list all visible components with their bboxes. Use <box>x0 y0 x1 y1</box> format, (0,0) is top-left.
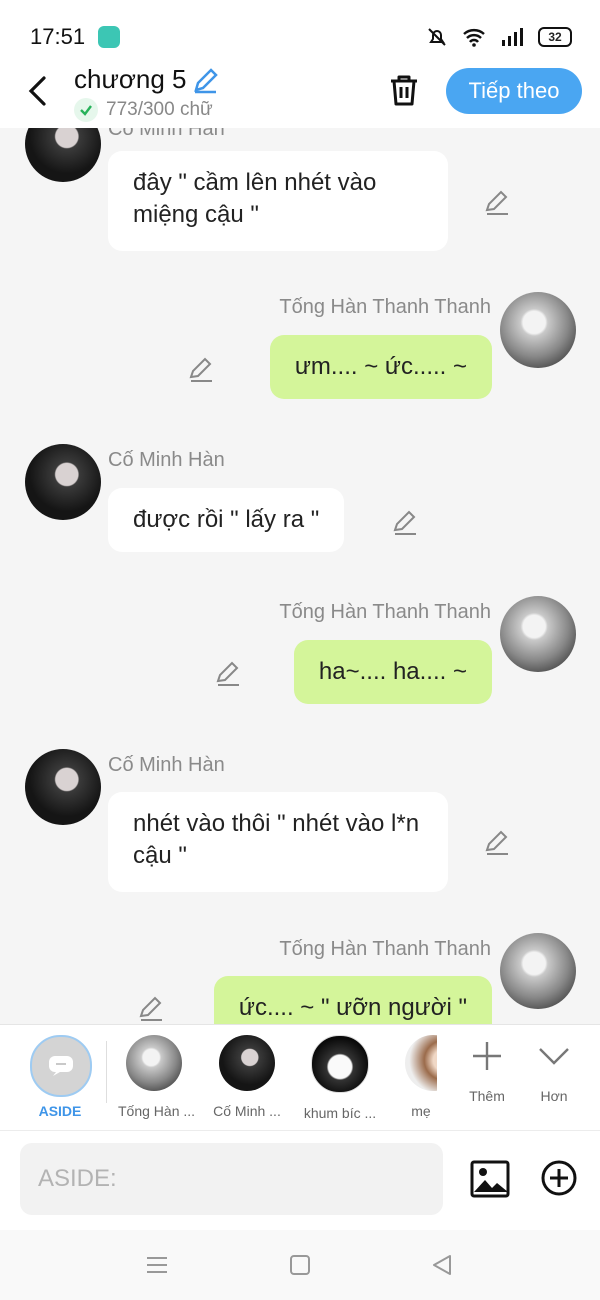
message-input[interactable]: ASIDE: <box>20 1143 443 1215</box>
message-bubble[interactable]: ha~.... ha.... ~ <box>293 640 492 704</box>
avatar-co-minh-han[interactable] <box>25 444 101 520</box>
trash-icon[interactable] <box>386 72 422 108</box>
edit-message-pencil-icon[interactable] <box>188 357 214 383</box>
more-button[interactable]: Hơn <box>534 1039 574 1104</box>
add-character-button[interactable]: Thêm <box>466 1039 508 1104</box>
character-avatar <box>126 1035 182 1091</box>
sender-name: Cố Minh Hàn <box>108 754 225 776</box>
editor-header: chương 5 773/300 chữ Tiếp theo <box>0 60 600 128</box>
status-time: 17:51 <box>30 24 86 49</box>
wifi-icon <box>463 29 485 47</box>
status-bar: 17:51 32 <box>0 0 600 60</box>
avatar-tong-han-thanh-thanh[interactable] <box>500 596 576 672</box>
sender-name: Tống Hàn Thanh Thanh <box>279 601 491 623</box>
system-nav-bar <box>0 1230 600 1300</box>
word-count: 773/300 chữ <box>106 99 213 120</box>
avatar-co-minh-han[interactable] <box>25 128 101 182</box>
character-item[interactable]: mẹ <box>405 1035 437 1119</box>
character-selector: ASIDE Tống Hàn ... Cố Minh ... khum bíc … <box>0 1024 600 1131</box>
message-bubble[interactable]: ưm.... ~ ức..... ~ <box>269 335 492 399</box>
mute-bell-icon <box>428 28 446 46</box>
message-bubble[interactable]: ức.... ~ " ưỡn người " <box>213 976 492 1024</box>
edit-message-pencil-icon[interactable] <box>215 661 241 687</box>
chevron-down-icon <box>539 1048 569 1065</box>
menu-icon[interactable] <box>146 1254 168 1276</box>
character-avatar <box>311 1035 369 1093</box>
character-item[interactable]: Cố Minh ... <box>207 1035 287 1119</box>
message-bubble[interactable]: được rồi " lấy ra " <box>108 488 345 552</box>
sender-name: Tống Hàn Thanh Thanh <box>279 938 491 960</box>
edit-message-pencil-icon[interactable] <box>484 830 510 856</box>
edit-message-pencil-icon[interactable] <box>484 190 510 216</box>
back-arrow-icon[interactable] <box>24 74 54 108</box>
chat-bubble-icon <box>49 1056 73 1076</box>
input-bar: ASIDE: <box>0 1130 600 1231</box>
add-circle-icon[interactable] <box>540 1159 578 1197</box>
character-item[interactable]: khum bíc ... <box>298 1035 382 1121</box>
chapter-title: chương 5 <box>74 64 187 94</box>
app-notification-icon <box>98 26 120 48</box>
chat-area[interactable]: Cố Minh Hàn đây " cầm lên nhét vào miệng… <box>0 128 600 1024</box>
avatar-tong-han-thanh-thanh[interactable] <box>500 933 576 1009</box>
aside-label: ASIDE <box>38 1103 82 1119</box>
signal-icon <box>502 28 523 46</box>
character-item[interactable]: Tống Hàn ... <box>118 1035 195 1119</box>
edit-message-pencil-icon[interactable] <box>138 996 164 1022</box>
plus-icon <box>473 1042 501 1070</box>
sender-name: Cố Minh Hàn <box>108 449 225 471</box>
back-triangle-icon[interactable] <box>431 1254 453 1276</box>
message-bubble[interactable]: đây " cầm lên nhét vào miệng cậu " <box>108 151 448 251</box>
avatar-co-minh-han[interactable] <box>25 749 101 825</box>
next-button[interactable]: Tiếp theo <box>446 68 582 114</box>
avatar-tong-han-thanh-thanh[interactable] <box>500 292 576 368</box>
home-square-icon[interactable] <box>289 1254 311 1276</box>
character-avatar <box>405 1035 437 1091</box>
edit-title-pencil-icon[interactable] <box>192 66 220 94</box>
image-icon[interactable] <box>470 1159 510 1199</box>
battery-indicator: 32 <box>538 27 572 47</box>
character-avatar <box>219 1035 275 1091</box>
message-bubble[interactable]: nhét vào thôi " nhét vào l*n cậu " <box>108 792 448 892</box>
check-icon <box>74 98 98 122</box>
sender-name: Cố Minh Hàn <box>108 128 225 140</box>
edit-message-pencil-icon[interactable] <box>392 510 418 536</box>
sender-name: Tống Hàn Thanh Thanh <box>279 296 491 318</box>
aside-button[interactable] <box>30 1035 92 1097</box>
